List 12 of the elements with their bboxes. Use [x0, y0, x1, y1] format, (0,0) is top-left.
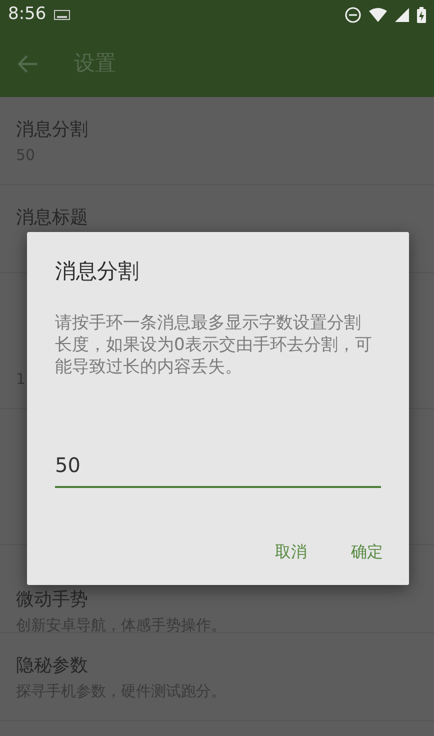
dialog-button[interactable]: 取消: [265, 534, 317, 570]
do-not-disturb-icon: [345, 7, 361, 23]
input-field[interactable]: 50: [55, 448, 381, 488]
status-time: 8:56: [8, 3, 46, 26]
signal-icon: [395, 8, 409, 22]
battery-icon: [417, 7, 426, 23]
back-button[interactable]: [18, 54, 38, 72]
keyboard-icon: [54, 10, 70, 20]
dialog-message: 请按手环一条消息最多显示字数设置分割长度，如果设为0表示交由手环去分割，可能导致过长的内容丢失。: [55, 312, 373, 378]
dialog-title: 消息分割: [55, 258, 140, 285]
wifi-icon: [369, 8, 387, 22]
dialog-button[interactable]: 确定: [341, 534, 393, 570]
